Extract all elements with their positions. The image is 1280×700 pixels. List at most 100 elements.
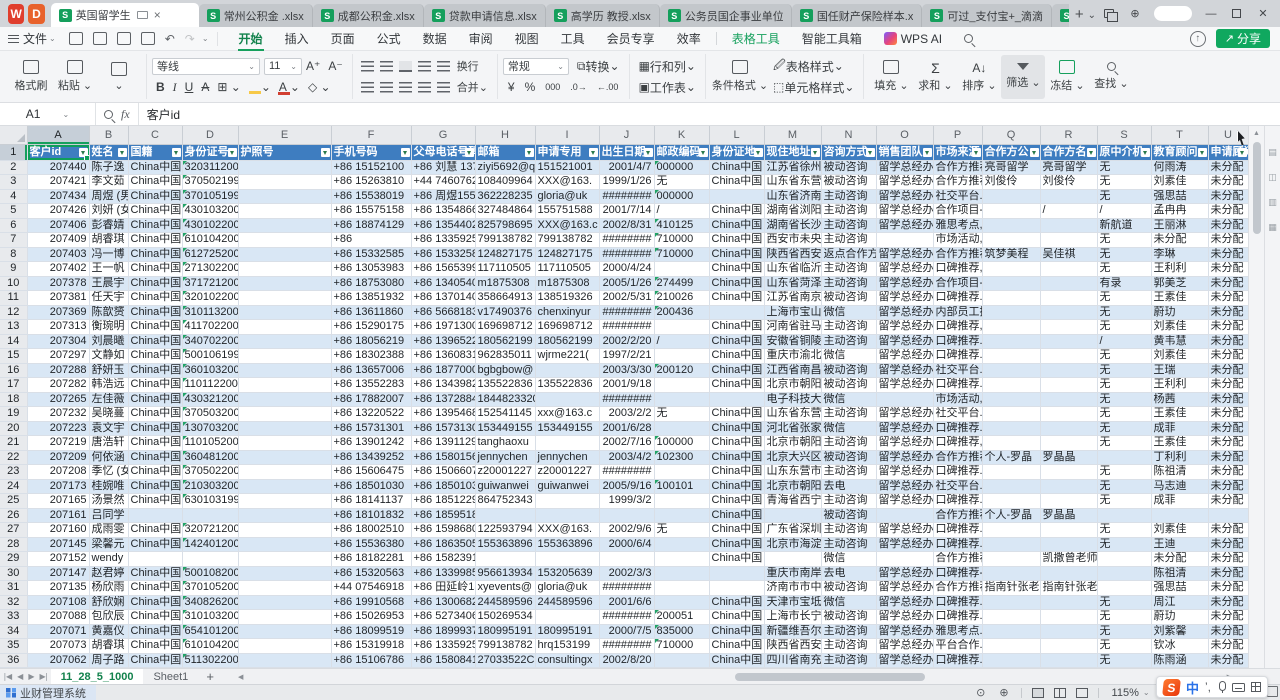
cell-O5[interactable]: 留学总经办	[876, 204, 933, 219]
cell-N11[interactable]: 被动咨询	[821, 291, 876, 306]
cell-J17[interactable]: 2001/9/18	[599, 378, 654, 393]
column-header-A[interactable]: A	[27, 126, 89, 145]
column-header-Q[interactable]: Q	[982, 126, 1040, 145]
header-cell-H[interactable]: 邮箱	[475, 145, 535, 161]
cell-A20[interactable]: 207223	[27, 421, 89, 436]
cell-I17[interactable]: 135522836	[535, 378, 599, 393]
cell-E11[interactable]	[238, 291, 331, 306]
cell-M15[interactable]: 重庆市渝北	[764, 349, 821, 364]
cell-B25[interactable]: 汤景然 (女	[89, 494, 128, 509]
cell-D8[interactable]: 612725200110100019	[182, 247, 238, 262]
cell-R8[interactable]: 吴佳祺	[1040, 247, 1097, 262]
cell-B27[interactable]: 成雨雯 (女	[89, 523, 128, 538]
cell-Q4[interactable]	[982, 189, 1040, 204]
cell-O34[interactable]: 留学总经办	[876, 624, 933, 639]
cell-K16[interactable]: 200120	[654, 363, 709, 378]
increase-decimal-icon[interactable]: .0→	[565, 82, 592, 92]
file-tab[interactable]: S宁夏教师样本.xlsx	[1052, 4, 1069, 27]
cell-C30[interactable]: China中国	[128, 566, 182, 581]
cell-S28[interactable]: 无	[1097, 537, 1151, 552]
cell-Q6[interactable]	[982, 218, 1040, 233]
cell-I36[interactable]: consultingx	[535, 653, 599, 668]
cell-K18[interactable]	[654, 392, 709, 407]
cell-B9[interactable]: 王一帆 (男	[89, 262, 128, 277]
cell-P35[interactable]: 平台合作.	[933, 639, 982, 654]
cell-B5[interactable]: 刘妍 (女)	[89, 204, 128, 219]
cell-T26[interactable]	[1151, 508, 1208, 523]
file-tab[interactable]: S成都公积金.xlsx	[313, 4, 424, 27]
file-tab[interactable]: S英国留学生×	[51, 3, 199, 27]
cell-K34[interactable]: 835000	[654, 624, 709, 639]
cell-E22[interactable]	[238, 450, 331, 465]
cell-G8[interactable]: +86 1533258500	[411, 247, 475, 262]
cell-C24[interactable]: China中国	[128, 479, 182, 494]
cell-O22[interactable]: 留学总经办	[876, 450, 933, 465]
cell-I33[interactable]	[535, 610, 599, 625]
header-cell-C[interactable]: 国籍	[128, 145, 182, 161]
row-number-16[interactable]: 16	[0, 363, 27, 378]
worksheet-button[interactable]: ▣ 工作表 ⌄	[635, 78, 700, 96]
header-cell-O[interactable]: 销售团队	[876, 145, 933, 161]
column-header-L[interactable]: L	[709, 126, 764, 145]
cell-L4[interactable]	[709, 189, 764, 204]
header-cell-L[interactable]: 身份证地	[709, 145, 764, 161]
distribute-icon[interactable]	[437, 82, 450, 93]
cell-H11[interactable]: 358664913	[475, 291, 535, 306]
column-header-T[interactable]: T	[1151, 126, 1208, 145]
cell-D23[interactable]: 370502200012272047	[182, 465, 238, 480]
cell-S36[interactable]: 无	[1097, 653, 1151, 668]
cell-style-button[interactable]: ⬚ 单元格样式 ⌄	[769, 78, 858, 96]
file-tab[interactable]: S贷款申请信息.xlsx	[424, 4, 546, 27]
cell-J36[interactable]: 2002/8/20	[599, 653, 654, 668]
clear-format-icon[interactable]: ◇ ⌄	[304, 78, 335, 96]
cell-G26[interactable]: +86 1859518772	[411, 508, 475, 523]
cell-D32[interactable]: 340826200106060020	[182, 595, 238, 610]
cell-M34[interactable]: 新疆维吾尔	[764, 624, 821, 639]
cell-E35[interactable]	[238, 639, 331, 654]
cell-M7[interactable]: 西安市未央	[764, 233, 821, 248]
cell-L31[interactable]	[709, 581, 764, 596]
cell-T21[interactable]: 王素佳	[1151, 436, 1208, 451]
cell-U3[interactable]: 未分配	[1208, 175, 1248, 190]
cell-U22[interactable]: 未分配	[1208, 450, 1248, 465]
menu-item-表格工具[interactable]: 表格工具	[721, 27, 791, 51]
cell-U27[interactable]: 未分配	[1208, 523, 1248, 538]
borders-button[interactable]: ⊞ ⌄	[213, 78, 244, 96]
cell-G16[interactable]: +86 1877000215	[411, 363, 475, 378]
filter-dropdown-icon[interactable]	[923, 148, 932, 157]
strikethrough-button[interactable]: A	[197, 78, 213, 96]
zoom-chevron-icon[interactable]: ⌄	[1143, 688, 1150, 697]
menu-item-视图[interactable]: 视图	[504, 27, 550, 51]
header-cell-S[interactable]: 原中介机	[1097, 145, 1151, 161]
cell-H17[interactable]: 135522836	[475, 378, 535, 393]
cell-O26[interactable]	[876, 508, 933, 523]
cell-T15[interactable]: 刘素佳	[1151, 349, 1208, 364]
page-break-view-icon[interactable]	[1076, 688, 1088, 698]
justify-icon[interactable]	[418, 82, 431, 93]
cell-I4[interactable]: gloria@uk	[535, 189, 599, 204]
cell-H25[interactable]: 864752343	[475, 494, 535, 509]
cell-F34[interactable]: +86 18099519	[331, 624, 411, 639]
cell-C27[interactable]: China中国	[128, 523, 182, 538]
cell-G11[interactable]: +86 1370140948	[411, 291, 475, 306]
cell-R3[interactable]: 刘俊伶	[1040, 175, 1097, 190]
cell-M27[interactable]: 广东省深圳	[764, 523, 821, 538]
filter-dropdown-icon[interactable]	[401, 148, 410, 157]
cell-F3[interactable]: +86 15263810	[331, 175, 411, 190]
cell-L27[interactable]: China中国	[709, 523, 764, 538]
cell-A23[interactable]: 207208	[27, 465, 89, 480]
cell-P10[interactable]: 合作项目-	[933, 276, 982, 291]
cell-F28[interactable]: +86 15536380	[331, 537, 411, 552]
cell-P24[interactable]: 社交平台.	[933, 479, 982, 494]
row-number-13[interactable]: 13	[0, 320, 27, 335]
cell-S20[interactable]: 无	[1097, 421, 1151, 436]
cell-U29[interactable]: 未分配	[1208, 552, 1248, 567]
cell-O16[interactable]: 留学总经办	[876, 363, 933, 378]
file-tab[interactable]: S国任财产保险样本.x	[792, 4, 923, 27]
cell-F36[interactable]: +86 15106786	[331, 653, 411, 668]
row-number-15[interactable]: 15	[0, 349, 27, 364]
last-sheet-icon[interactable]: ▶∣	[36, 672, 50, 681]
row-number-2[interactable]: 2	[0, 160, 27, 175]
cell-C31[interactable]: China中国	[128, 581, 182, 596]
cell-J34[interactable]: 2000/7/5	[599, 624, 654, 639]
